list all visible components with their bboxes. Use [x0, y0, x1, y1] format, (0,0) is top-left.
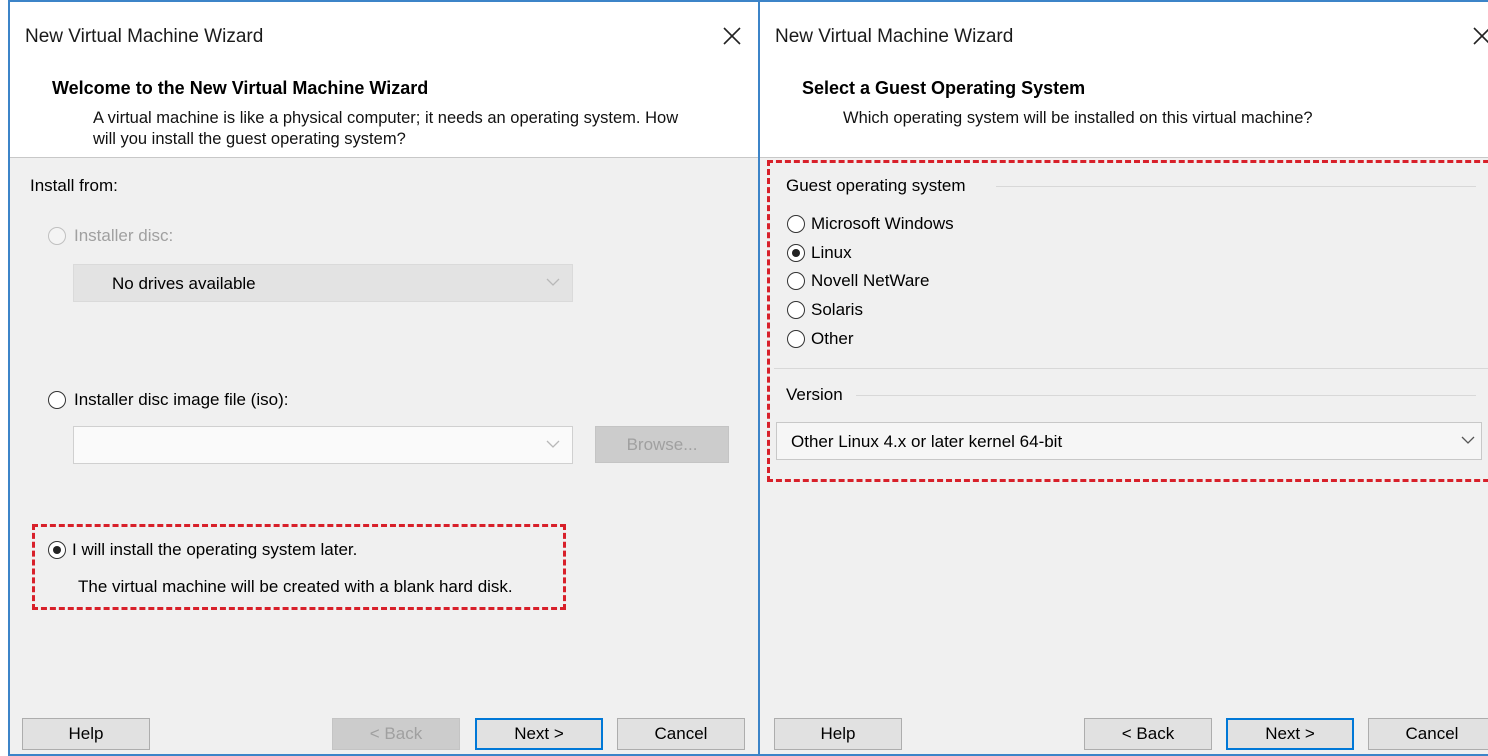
group-divider [774, 368, 1488, 369]
drives-dropdown-value: No drives available [112, 274, 256, 293]
os-label-netware: Novell NetWare [811, 271, 930, 290]
os-label-linux: Linux [811, 243, 852, 262]
title-bar: New Virtual Machine Wizard [760, 2, 1488, 72]
help-button[interactable]: Help [774, 718, 902, 750]
os-radio-other[interactable] [787, 330, 805, 348]
group-divider [996, 186, 1476, 187]
os-label-solaris: Solaris [811, 300, 863, 319]
installer-disc-radio [48, 227, 66, 245]
wizard-header: Welcome to the New Virtual Machine Wizar… [10, 72, 758, 158]
back-button: < Back [332, 718, 460, 750]
cancel-button[interactable]: Cancel [1368, 718, 1488, 750]
iso-path-input[interactable] [73, 426, 573, 464]
iso-image-radio[interactable] [48, 391, 66, 409]
installer-disc-label: Installer disc: [74, 226, 174, 245]
chevron-down-icon[interactable] [1461, 435, 1475, 445]
next-button[interactable]: Next > [475, 718, 603, 750]
back-button[interactable]: < Back [1084, 718, 1212, 750]
guest-os-group-label: Guest operating system [786, 176, 966, 195]
version-dropdown[interactable]: Other Linux 4.x or later kernel 64-bit [776, 422, 1482, 460]
os-radio-netware[interactable] [787, 272, 805, 290]
version-group-label: Version [786, 385, 843, 404]
page-subtitle: Which operating system will be installed… [843, 109, 1313, 127]
wizard-window-guest-os: New Virtual Machine Wizard Select a Gues… [758, 0, 1488, 756]
iso-image-label: Installer disc image file (iso): [74, 390, 289, 409]
os-radio-windows[interactable] [787, 215, 805, 233]
install-later-radio[interactable] [48, 541, 66, 559]
close-icon[interactable] [716, 20, 748, 52]
wizard-window-welcome: New Virtual Machine Wizard Welcome to th… [8, 0, 760, 756]
install-later-note: The virtual machine will be created with… [78, 577, 513, 596]
page-subtitle: A virtual machine is like a physical com… [93, 109, 679, 148]
install-later-label: I will install the operating system late… [72, 540, 358, 559]
os-radio-linux[interactable] [787, 244, 805, 262]
wizard-header: Select a Guest Operating System Which op… [760, 72, 1488, 158]
page-title: Welcome to the New Virtual Machine Wizar… [52, 78, 429, 98]
close-icon[interactable] [1466, 20, 1488, 52]
version-dropdown-value: Other Linux 4.x or later kernel 64-bit [791, 432, 1063, 451]
cancel-button[interactable]: Cancel [617, 718, 745, 750]
next-button[interactable]: Next > [1226, 718, 1354, 750]
help-button[interactable]: Help [22, 718, 150, 750]
install-from-label: Install from: [30, 176, 118, 195]
page-title: Select a Guest Operating System [802, 78, 1086, 98]
chevron-down-icon[interactable] [546, 439, 560, 449]
title-bar: New Virtual Machine Wizard [10, 2, 758, 72]
window-title: New Virtual Machine Wizard [25, 26, 264, 47]
os-radio-solaris[interactable] [787, 301, 805, 319]
chevron-down-icon [546, 278, 560, 286]
group-divider [856, 395, 1476, 396]
highlight-box [32, 524, 566, 610]
window-title: New Virtual Machine Wizard [775, 26, 1014, 47]
os-label-other: Other [811, 329, 854, 348]
os-label-windows: Microsoft Windows [811, 214, 954, 233]
drives-dropdown: No drives available [73, 264, 573, 302]
browse-button: Browse... [595, 426, 729, 463]
